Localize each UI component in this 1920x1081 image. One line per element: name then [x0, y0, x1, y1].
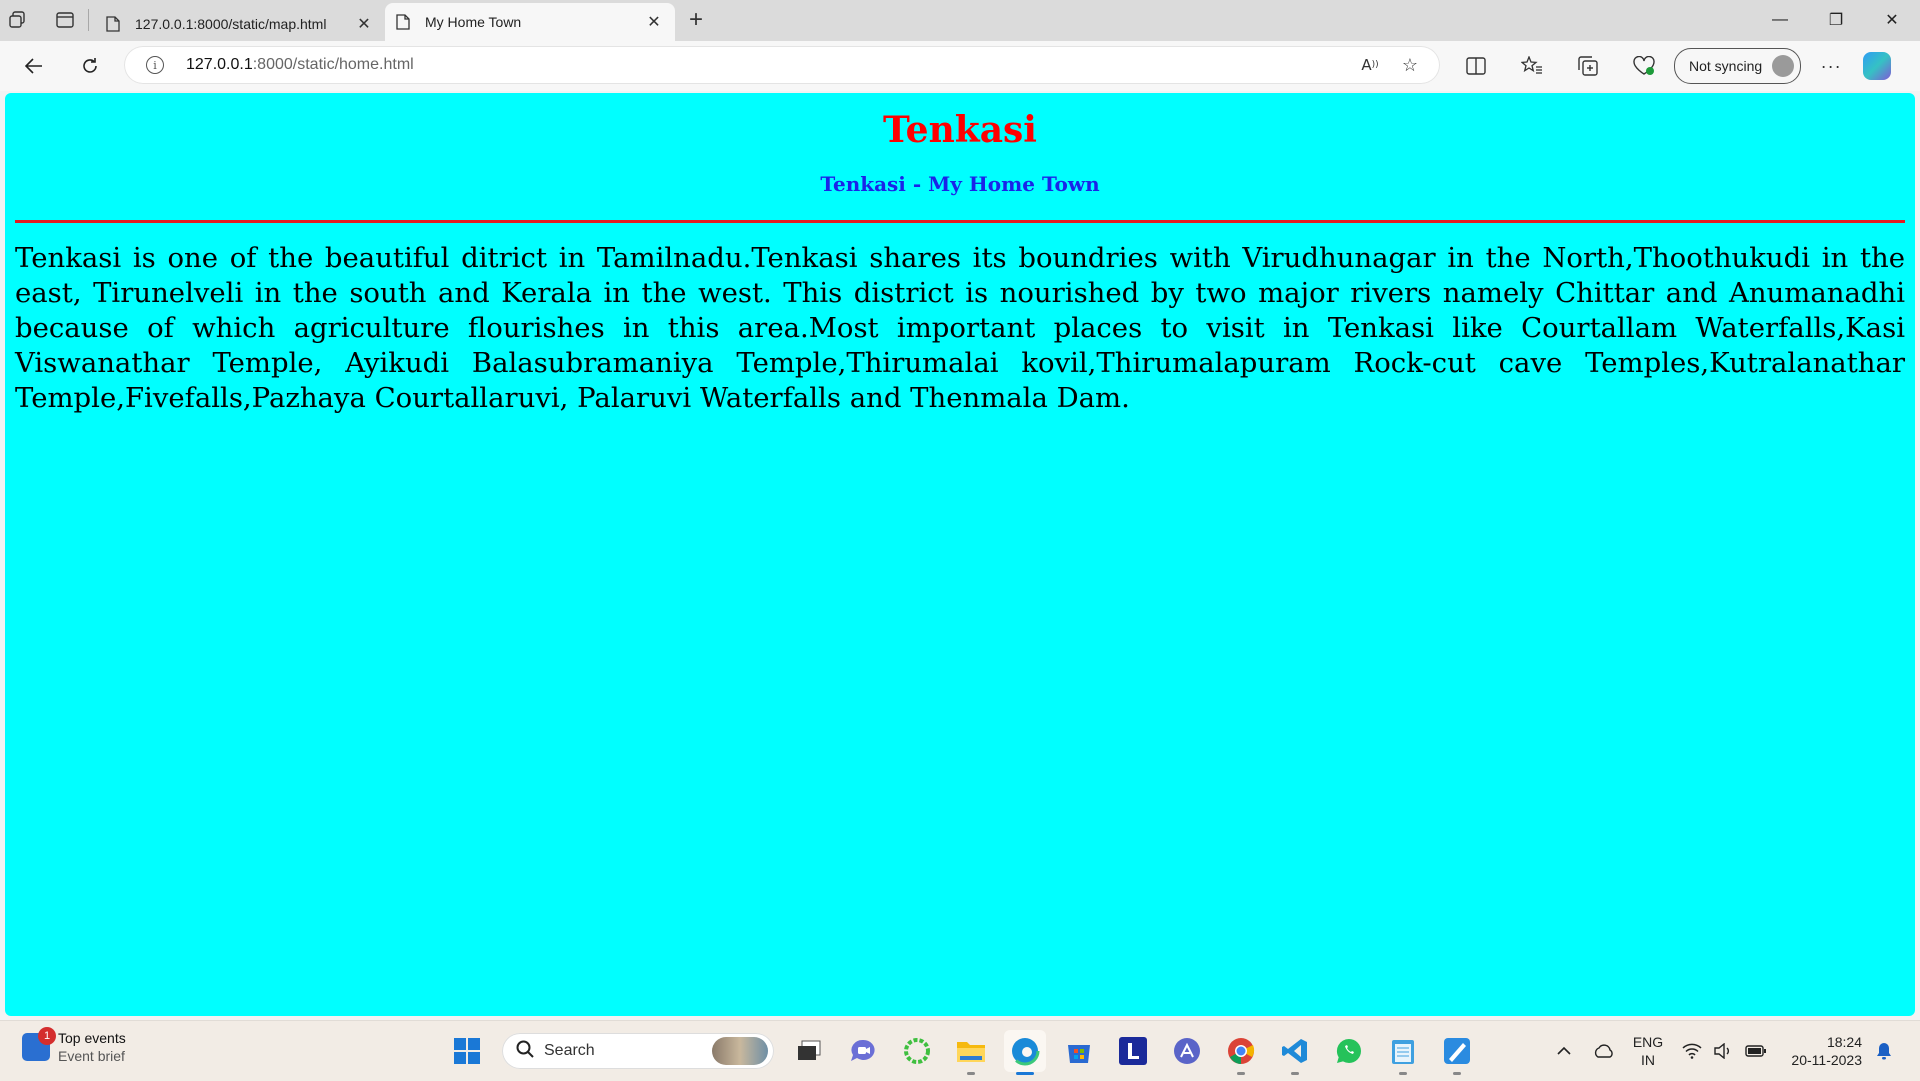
notepad-icon[interactable]: [1382, 1030, 1424, 1075]
address-actions: A)) ☆: [1350, 46, 1430, 84]
site-info-icon[interactable]: i: [146, 56, 164, 74]
tab-my-home-town[interactable]: My Home Town ✕: [385, 3, 675, 41]
system-tray: ENG IN 18:24 20-11-2023: [1548, 1029, 1900, 1073]
copilot-icon[interactable]: [1863, 52, 1892, 80]
file-explorer-icon[interactable]: [950, 1030, 992, 1075]
collections-icon[interactable]: [1568, 46, 1608, 86]
window-controls: — ❐ ✕: [1752, 0, 1920, 40]
page-heading: Tenkasi: [883, 109, 1037, 151]
new-tab-button[interactable]: +: [679, 3, 713, 37]
page-subheading: Tenkasi - My Home Town: [820, 172, 1100, 196]
tab-actions-icon[interactable]: [48, 3, 82, 37]
url-path: :8000/static/home.html: [252, 56, 414, 73]
minimize-icon[interactable]: —: [1752, 0, 1808, 40]
tab-strip: 127.0.0.1:8000/static/map.html ✕ My Home…: [0, 0, 1920, 41]
widget-title: Top events: [58, 1030, 126, 1046]
running-indicator: [1237, 1072, 1245, 1075]
volume-icon[interactable]: [1708, 1043, 1740, 1059]
taskbar-apps: Search: [440, 1030, 1484, 1075]
page-icon: [105, 16, 121, 32]
sync-status-label: Not syncing: [1689, 58, 1763, 74]
running-indicator: [1291, 1072, 1299, 1075]
task-view-icon[interactable]: [788, 1030, 830, 1072]
refresh-icon[interactable]: [70, 46, 110, 86]
horizontal-rule: [15, 220, 1905, 223]
browser-toolbar: i 127.0.0.1 :8000/static/home.html A)) ☆…: [0, 41, 1920, 91]
chrome-icon[interactable]: [1220, 1030, 1262, 1075]
page-icon: [395, 14, 411, 30]
close-window-icon[interactable]: ✕: [1864, 0, 1920, 40]
tab-map[interactable]: 127.0.0.1:8000/static/map.html ✕: [95, 7, 385, 41]
microsoft-store-icon[interactable]: [1058, 1030, 1100, 1072]
widget-subtitle: Event brief: [58, 1048, 125, 1064]
paint-icon[interactable]: [1436, 1030, 1478, 1075]
tab-separator: [88, 9, 89, 31]
favorite-star-icon[interactable]: ☆: [1390, 46, 1430, 84]
l-app-icon[interactable]: [1112, 1030, 1154, 1072]
notification-badge: 1: [38, 1027, 56, 1045]
url-host: 127.0.0.1: [186, 56, 253, 73]
teams-chat-icon[interactable]: [842, 1030, 884, 1072]
battery-icon[interactable]: [1740, 1045, 1772, 1057]
language-indicator[interactable]: ENG IN: [1626, 1033, 1670, 1069]
whatsapp-icon[interactable]: [1328, 1030, 1370, 1072]
profile-sync-button[interactable]: Not syncing: [1674, 48, 1802, 84]
tab-title: 127.0.0.1:8000/static/map.html: [135, 16, 327, 32]
clock[interactable]: 18:24 20-11-2023: [1784, 1033, 1862, 1069]
notification-bell-icon[interactable]: [1868, 1042, 1900, 1060]
toolbar-right: Not syncing ···: [1456, 46, 1892, 86]
page-viewport: Tenkasi Tenkasi - My Home Town Tenkasi i…: [5, 93, 1915, 1016]
search-icon: [516, 1040, 534, 1063]
onedrive-icon[interactable]: [1588, 1044, 1620, 1058]
wifi-icon[interactable]: [1676, 1043, 1708, 1059]
workspaces-icon[interactable]: [0, 3, 34, 37]
triangle-app-icon[interactable]: [1166, 1030, 1208, 1072]
more-options-icon[interactable]: ···: [1811, 46, 1851, 86]
avatar: [1772, 55, 1795, 77]
active-indicator: [1016, 1072, 1034, 1075]
vscode-icon[interactable]: [1274, 1030, 1316, 1075]
close-tab-icon[interactable]: ✕: [643, 12, 665, 32]
split-screen-icon[interactable]: [1456, 46, 1496, 86]
clock-time: 18:24: [1826, 1034, 1862, 1050]
description-paragraph: Tenkasi is one of the beautiful ditrict …: [15, 242, 1905, 414]
browser-essentials-icon[interactable]: [1624, 46, 1664, 86]
search-highlight-image: [712, 1037, 768, 1065]
tab-title: My Home Town: [425, 14, 522, 30]
running-indicator: [1399, 1072, 1407, 1075]
edge-browser-icon[interactable]: [1004, 1030, 1046, 1075]
favorites-icon[interactable]: [1512, 46, 1552, 86]
clock-date: 20-11-2023: [1791, 1052, 1862, 1068]
running-indicator: [1453, 1072, 1461, 1075]
taskbar-search[interactable]: Search: [502, 1033, 774, 1069]
restore-icon[interactable]: ❐: [1808, 0, 1864, 40]
language-code: ENG: [1632, 1034, 1664, 1050]
widgets-button[interactable]: 1 Top events Event brief: [22, 1027, 126, 1065]
close-tab-icon[interactable]: ✕: [353, 14, 375, 34]
running-indicator: [967, 1072, 975, 1075]
read-aloud-icon[interactable]: A)): [1350, 46, 1390, 84]
search-label: Search: [544, 1042, 595, 1059]
widgets-icon: 1: [22, 1027, 56, 1061]
region-code: IN: [1641, 1052, 1655, 1068]
taskbar: 1 Top events Event brief Search ENG IN 1…: [0, 1020, 1920, 1081]
loading-ring-app-icon[interactable]: [896, 1030, 938, 1072]
back-icon[interactable]: [14, 46, 54, 86]
address-bar[interactable]: i 127.0.0.1 :8000/static/home.html A)) ☆: [124, 46, 1440, 84]
start-icon[interactable]: [446, 1030, 488, 1072]
chevron-up-icon[interactable]: [1548, 1046, 1580, 1056]
